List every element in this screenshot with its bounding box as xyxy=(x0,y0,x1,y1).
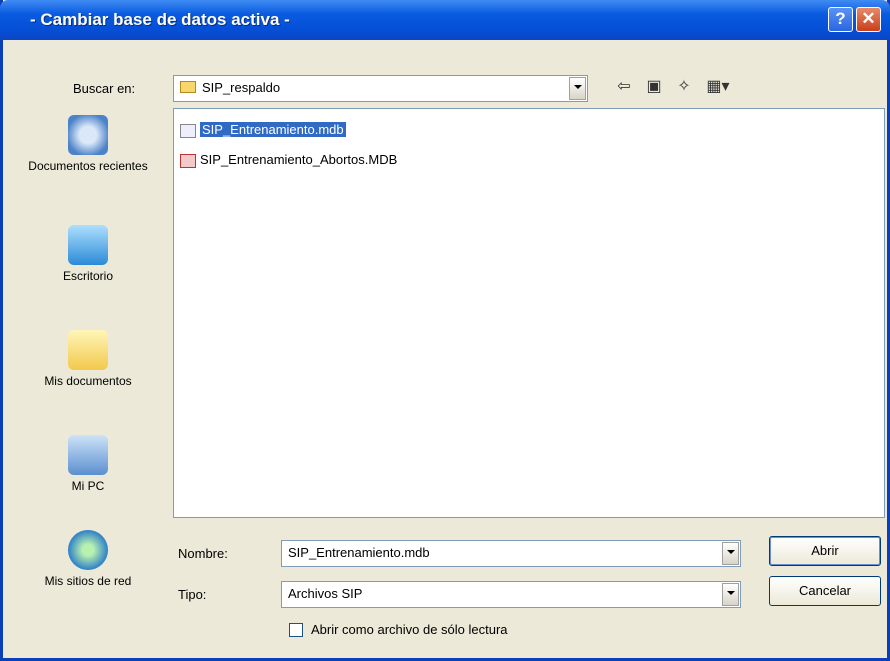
place-label: Documentos recientes xyxy=(28,159,148,173)
filetype-select[interactable]: Archivos SIP xyxy=(281,581,741,608)
place-desktop[interactable]: Escritorio xyxy=(13,225,163,284)
file-name: SIP_Entrenamiento.mdb xyxy=(200,122,346,137)
window-title: - Cambiar base de datos activa - xyxy=(30,10,290,29)
close-icon: ✕ xyxy=(861,9,876,28)
readonly-checkbox[interactable] xyxy=(289,623,303,637)
filename-field[interactable]: SIP_Entrenamiento.mdb xyxy=(281,540,741,567)
recent-documents-icon xyxy=(68,115,108,155)
lookin-label: Buscar en: xyxy=(73,81,136,96)
filetype-label: Tipo: xyxy=(178,587,207,602)
place-label: Escritorio xyxy=(62,269,113,283)
network-places-icon xyxy=(68,530,108,570)
place-recent-documents[interactable]: Documentos recientes xyxy=(13,115,163,174)
question-mark-icon: ? xyxy=(835,9,846,28)
database-file-icon xyxy=(180,123,196,138)
places-bar: Documentos recientes Escritorio Mis docu… xyxy=(13,105,163,630)
file-name: SIP_Entrenamiento_Abortos.MDB xyxy=(200,152,398,167)
my-computer-icon xyxy=(68,435,108,475)
help-button[interactable]: ? xyxy=(828,7,853,32)
place-my-documents[interactable]: Mis documentos xyxy=(13,330,163,389)
readonly-label: Abrir como archivo de sólo lectura xyxy=(311,622,508,637)
back-icon[interactable]: ⇦ xyxy=(615,77,633,97)
filename-dropdown-button[interactable] xyxy=(722,542,739,565)
place-label: Mis documentos xyxy=(44,374,132,388)
filename-value: SIP_Entrenamiento.mdb xyxy=(288,545,430,560)
up-folder-icon[interactable]: ▣ xyxy=(644,77,664,97)
file-list[interactable]: SIP_Entrenamiento.mdb SIP_Entrenamiento_… xyxy=(173,108,885,518)
my-documents-icon xyxy=(68,330,108,370)
lookin-combo[interactable]: SIP_respaldo xyxy=(173,75,588,102)
list-item[interactable]: SIP_Entrenamiento_Abortos.MDB xyxy=(180,151,397,169)
cancel-button[interactable]: Cancelar xyxy=(769,576,881,606)
database-file-icon xyxy=(180,153,196,168)
views-icon[interactable]: ▦▾ xyxy=(703,77,733,97)
file-open-dialog: - Cambiar base de datos activa - ? ✕ Bus… xyxy=(0,0,890,661)
open-button[interactable]: Abrir xyxy=(769,536,881,566)
desktop-icon xyxy=(68,225,108,265)
folder-icon xyxy=(180,81,196,93)
close-button[interactable]: ✕ xyxy=(856,7,881,32)
place-label: Mis sitios de red xyxy=(44,574,132,588)
filename-label: Nombre: xyxy=(178,546,228,561)
lookin-dropdown-button[interactable] xyxy=(569,77,586,100)
title-bar[interactable]: - Cambiar base de datos activa - ? ✕ xyxy=(0,0,890,40)
filetype-dropdown-button[interactable] xyxy=(722,583,739,606)
lookin-value: SIP_respaldo xyxy=(202,80,281,95)
new-folder-icon[interactable]: ✧ xyxy=(673,77,695,97)
place-label: Mi PC xyxy=(71,479,105,493)
place-network[interactable]: Mis sitios de red xyxy=(13,530,163,589)
place-my-computer[interactable]: Mi PC xyxy=(13,435,163,494)
filetype-value: Archivos SIP xyxy=(288,586,363,601)
list-item[interactable]: SIP_Entrenamiento.mdb xyxy=(180,121,346,139)
